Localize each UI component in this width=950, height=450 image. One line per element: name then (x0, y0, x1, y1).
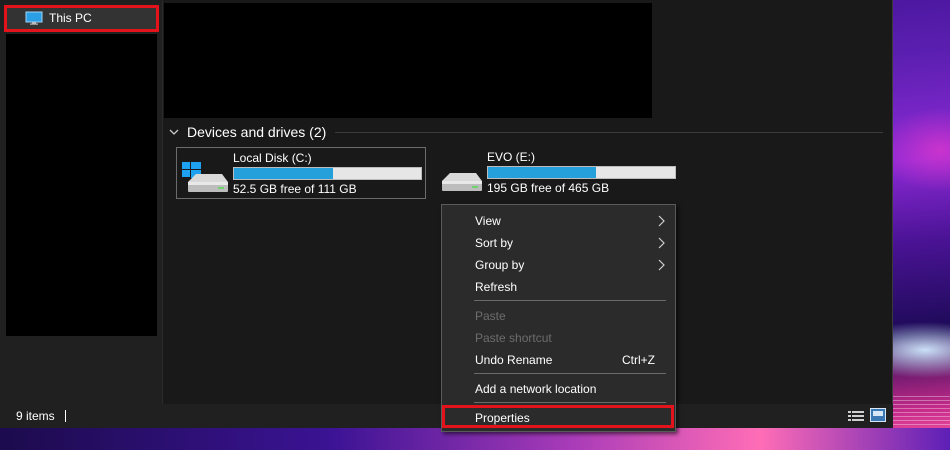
drive-usage-fill (488, 167, 597, 178)
context-menu: View Sort by Group by Refresh Paste Past… (441, 204, 676, 432)
chevron-right-icon (658, 237, 665, 249)
drive-usage-bar (233, 167, 422, 180)
group-divider (335, 132, 883, 133)
navigation-tree-redacted (6, 34, 157, 336)
large-icons-view-icon[interactable] (870, 408, 886, 422)
drive-icon (442, 173, 482, 191)
menu-item-undo-rename[interactable]: Undo Rename Ctrl+Z (442, 349, 675, 371)
details-view-icon[interactable] (848, 410, 864, 422)
drive-evo-e[interactable]: EVO (E:) 195 GB free of 465 GB (431, 147, 681, 199)
items-count: 9 items (16, 409, 55, 423)
nav-item-this-pc[interactable]: This PC (7, 7, 157, 29)
menu-item-label: Group by (475, 258, 525, 272)
menu-item-paste-shortcut[interactable]: Paste shortcut (442, 327, 675, 349)
group-header-devices[interactable]: Devices and drives (2) (169, 122, 326, 142)
menu-item-label: Sort by (475, 236, 514, 250)
menu-item-shortcut: Ctrl+Z (622, 353, 655, 367)
drive-local-disk-c[interactable]: Local Disk (C:) 52.5 GB free of 111 GB (176, 147, 426, 199)
menu-item-view[interactable]: View (442, 210, 675, 232)
drive-free-space: 195 GB free of 465 GB (487, 181, 610, 195)
drive-usage-bar (487, 166, 676, 179)
menu-separator (474, 373, 666, 374)
menu-item-refresh[interactable]: Refresh (442, 276, 675, 298)
menu-item-sort-by[interactable]: Sort by (442, 232, 675, 254)
drive-name: Local Disk (C:) (233, 151, 312, 165)
drive-usage-fill (234, 168, 333, 179)
menu-item-properties[interactable]: Properties (442, 407, 675, 429)
menu-item-add-network-location[interactable]: Add a network location (442, 378, 675, 400)
monitor-icon (25, 11, 43, 25)
menu-item-label: Undo Rename (475, 353, 553, 367)
chevron-down-icon (169, 129, 179, 135)
menu-item-paste[interactable]: Paste (442, 305, 675, 327)
group-header-label: Devices and drives (2) (187, 124, 327, 140)
chevron-right-icon (658, 215, 665, 227)
menu-item-label: Properties (475, 411, 530, 425)
menu-item-label: Paste (475, 309, 506, 323)
menu-separator (474, 300, 666, 301)
drive-free-space: 52.5 GB free of 111 GB (233, 182, 357, 196)
menu-item-label: Refresh (475, 280, 518, 294)
menu-item-label: View (475, 214, 501, 228)
menu-separator (474, 402, 666, 403)
chevron-right-icon (658, 259, 665, 271)
menu-item-label: Paste shortcut (475, 331, 552, 345)
status-separator (64, 410, 66, 422)
menu-item-label: Add a network location (475, 382, 597, 396)
menu-item-group-by[interactable]: Group by (442, 254, 675, 276)
navigation-pane: This PC (0, 0, 162, 404)
nav-item-label: This PC (49, 11, 92, 25)
drive-name: EVO (E:) (487, 150, 536, 164)
windows-drive-icon (182, 162, 228, 192)
folders-redacted (164, 3, 652, 118)
